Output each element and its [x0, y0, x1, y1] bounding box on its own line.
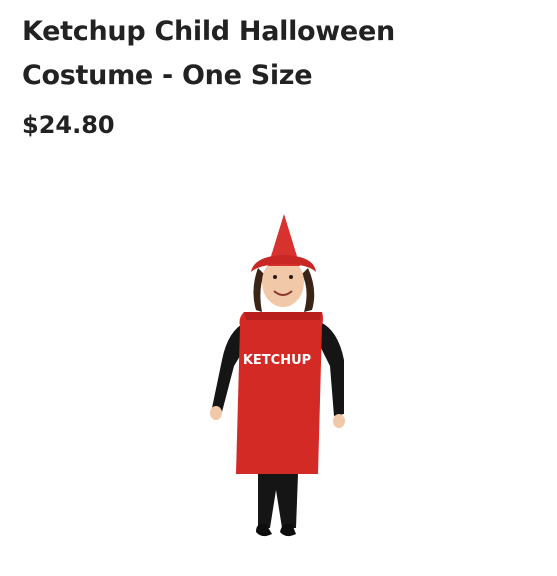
legs	[258, 474, 298, 528]
product-image[interactable]: KETCHUP	[0, 160, 557, 576]
eye	[273, 275, 277, 279]
ketchup-costume-body	[236, 312, 323, 474]
eye	[289, 275, 293, 279]
costume-print: KETCHUP	[243, 353, 311, 368]
product-title: Ketchup Child Halloween Costume - One Si…	[22, 16, 395, 91]
hand	[210, 406, 222, 420]
costume-photo: KETCHUP	[210, 214, 345, 537]
right-arm	[320, 322, 344, 416]
product-price: $24.80	[22, 111, 115, 139]
hand	[333, 414, 345, 428]
costume-collar	[244, 312, 322, 320]
